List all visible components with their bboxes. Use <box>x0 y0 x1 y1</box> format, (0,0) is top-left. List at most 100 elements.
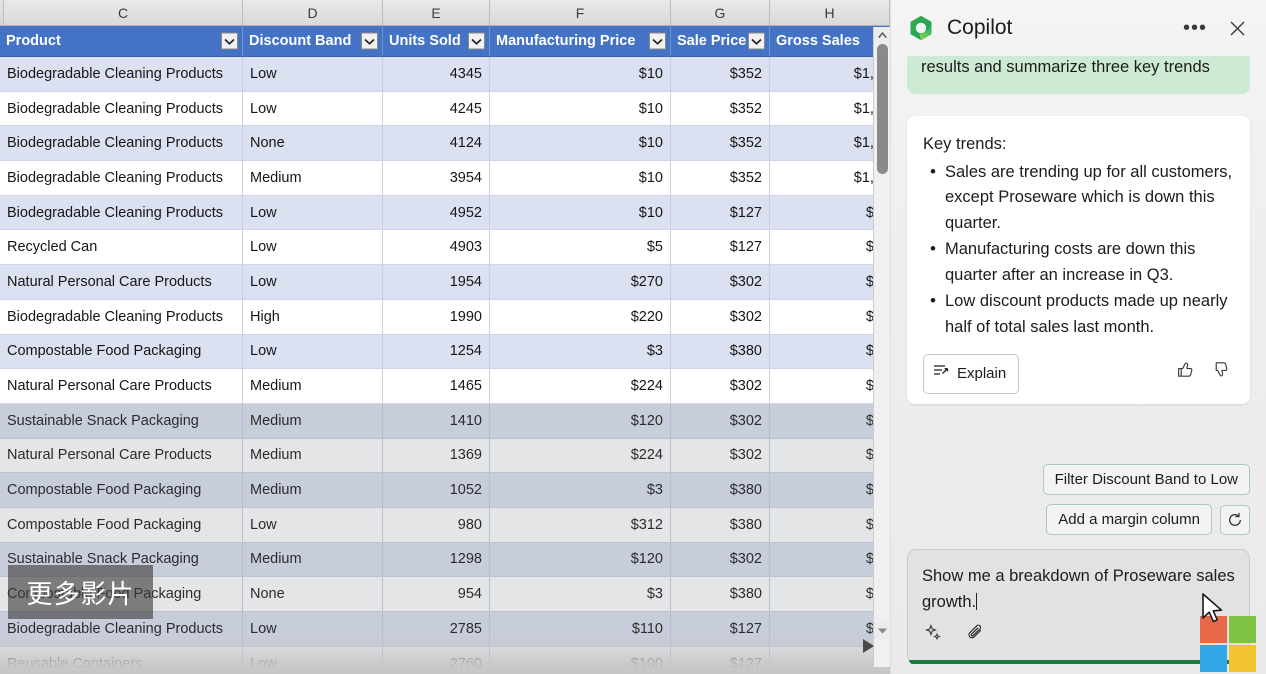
suggestion-add-margin-column[interactable]: Add a margin column <box>1046 504 1212 535</box>
table-row[interactable]: Recycled CanLow4903$5$127$6 <box>0 230 890 265</box>
cell-units[interactable]: 4245 <box>383 92 490 126</box>
cell-product[interactable]: Natural Personal Care Products <box>0 265 243 299</box>
cell-band[interactable]: High <box>243 300 383 334</box>
cell-units[interactable]: 4952 <box>383 196 490 230</box>
column-header-f[interactable]: F <box>490 0 671 25</box>
column-header-e[interactable]: E <box>383 0 490 25</box>
cell-gross[interactable]: $6 <box>770 196 890 230</box>
column-header-d[interactable]: D <box>243 0 383 25</box>
cell-gross[interactable]: $1,4 <box>770 126 890 160</box>
cell-units[interactable]: 954 <box>383 577 490 611</box>
cell-band[interactable]: Low <box>243 196 383 230</box>
cell-mfg[interactable]: $10 <box>490 161 671 195</box>
cell-units[interactable]: 1298 <box>383 543 490 577</box>
suggestion-filter-discount-band[interactable]: Filter Discount Band to Low <box>1043 464 1250 495</box>
cell-units[interactable]: 1254 <box>383 335 490 369</box>
cell-units[interactable]: 3954 <box>383 161 490 195</box>
cell-mfg[interactable]: $3 <box>490 577 671 611</box>
filter-dropdown-product[interactable] <box>221 33 238 50</box>
refresh-icon[interactable] <box>1220 505 1250 535</box>
cell-mfg[interactable]: $3 <box>490 473 671 507</box>
table-row[interactable]: Biodegradable Cleaning ProductsNone4124$… <box>0 126 890 161</box>
cell-product[interactable]: Compostable Food Packaging <box>0 508 243 542</box>
cell-band[interactable]: Low <box>243 230 383 264</box>
paperclip-icon[interactable] <box>966 623 986 648</box>
table-row[interactable]: Reusable ContainersLow2760$100$127 <box>0 647 890 674</box>
cell-gross[interactable]: $3 <box>770 508 890 542</box>
column-header-h[interactable]: H <box>770 0 890 25</box>
cell-mfg[interactable]: $120 <box>490 543 671 577</box>
cell-product[interactable]: Biodegradable Cleaning Products <box>0 300 243 334</box>
table-row[interactable]: Compostable Food PackagingMedium1052$3$3… <box>0 473 890 508</box>
cell-units[interactable]: 1052 <box>383 473 490 507</box>
th-sale-price[interactable]: Sale Price <box>671 26 770 56</box>
cell-product[interactable]: Biodegradable Cleaning Products <box>0 161 243 195</box>
th-discount-band[interactable]: Discount Band <box>243 26 383 56</box>
th-gross-sales[interactable]: Gross Sales <box>770 26 890 56</box>
vertical-scrollbar[interactable] <box>873 27 890 667</box>
cell-gross[interactable]: $3 <box>770 473 890 507</box>
cell-units[interactable]: 1410 <box>383 404 490 438</box>
table-row[interactable]: Natural Personal Care ProductsMedium1465… <box>0 369 890 404</box>
scroll-up-arrow-icon[interactable] <box>874 27 890 44</box>
cell-mfg[interactable]: $220 <box>490 300 671 334</box>
cell-mfg[interactable]: $224 <box>490 369 671 403</box>
composer-input[interactable]: Show me a breakdown of Proseware sales g… <box>922 563 1235 615</box>
cell-band[interactable]: Low <box>243 335 383 369</box>
cell-sale[interactable]: $352 <box>671 161 770 195</box>
cell-product[interactable]: Compostable Food Packaging <box>0 335 243 369</box>
cell-product[interactable]: Recycled Can <box>0 230 243 264</box>
scroll-down-arrow-icon[interactable] <box>874 622 890 639</box>
cell-gross[interactable]: $1,5 <box>770 57 890 91</box>
cell-product[interactable]: Biodegradable Cleaning Products <box>0 57 243 91</box>
cell-gross[interactable]: $6 <box>770 230 890 264</box>
cell-sale[interactable]: $302 <box>671 404 770 438</box>
cell-band[interactable]: Low <box>243 647 383 674</box>
cell-mfg[interactable]: $224 <box>490 439 671 473</box>
filter-dropdown-discount-band[interactable] <box>361 33 378 50</box>
table-row[interactable]: Biodegradable Cleaning ProductsHigh1990$… <box>0 300 890 335</box>
cell-sale[interactable]: $127 <box>671 647 770 674</box>
cell-units[interactable]: 1990 <box>383 300 490 334</box>
table-row[interactable]: Sustainable Snack PackagingMedium1410$12… <box>0 404 890 439</box>
table-row[interactable]: Biodegradable Cleaning ProductsLow4952$1… <box>0 196 890 231</box>
cell-band[interactable]: None <box>243 126 383 160</box>
cell-mfg[interactable]: $10 <box>490 196 671 230</box>
table-row[interactable]: Natural Personal Care ProductsMedium1369… <box>0 439 890 474</box>
table-row[interactable]: Biodegradable Cleaning ProductsLow4345$1… <box>0 57 890 92</box>
column-header-c[interactable]: C <box>4 0 243 25</box>
cell-units[interactable]: 4124 <box>383 126 490 160</box>
composer-box[interactable]: Show me a breakdown of Proseware sales g… <box>907 549 1250 664</box>
cell-band[interactable]: None <box>243 577 383 611</box>
cell-units[interactable]: 980 <box>383 508 490 542</box>
cell-gross[interactable]: $3 <box>770 543 890 577</box>
cell-gross[interactable]: $5 <box>770 265 890 299</box>
explain-button[interactable]: Explain <box>923 354 1019 394</box>
filter-dropdown-sale-price[interactable] <box>748 33 765 50</box>
cell-units[interactable]: 4903 <box>383 230 490 264</box>
cell-sale[interactable]: $380 <box>671 577 770 611</box>
more-options-button[interactable]: ••• <box>1180 13 1210 43</box>
cell-sale[interactable]: $302 <box>671 369 770 403</box>
cell-gross[interactable]: $4 <box>770 335 890 369</box>
cell-product[interactable]: Natural Personal Care Products <box>0 369 243 403</box>
cell-sale[interactable]: $127 <box>671 196 770 230</box>
cell-band[interactable]: Medium <box>243 543 383 577</box>
cell-units[interactable]: 1954 <box>383 265 490 299</box>
column-header-g[interactable]: G <box>671 0 770 25</box>
sparkle-icon[interactable] <box>924 623 944 648</box>
cell-sale[interactable]: $352 <box>671 92 770 126</box>
cell-gross[interactable]: $1,3 <box>770 161 890 195</box>
cell-mfg[interactable]: $5 <box>490 230 671 264</box>
cell-sale[interactable]: $302 <box>671 543 770 577</box>
cell-mfg[interactable]: $110 <box>490 612 671 646</box>
cell-product[interactable]: Biodegradable Cleaning Products <box>0 126 243 160</box>
cell-mfg[interactable]: $10 <box>490 126 671 160</box>
cell-mfg[interactable]: $10 <box>490 57 671 91</box>
cell-gross[interactable]: $1,4 <box>770 92 890 126</box>
copilot-conversation[interactable]: results and summarize three key trends K… <box>891 56 1266 446</box>
cell-band[interactable]: Medium <box>243 369 383 403</box>
scrollbar-thumb[interactable] <box>877 44 888 174</box>
cell-band[interactable]: Medium <box>243 161 383 195</box>
filter-dropdown-manufacturing-price[interactable] <box>649 33 666 50</box>
